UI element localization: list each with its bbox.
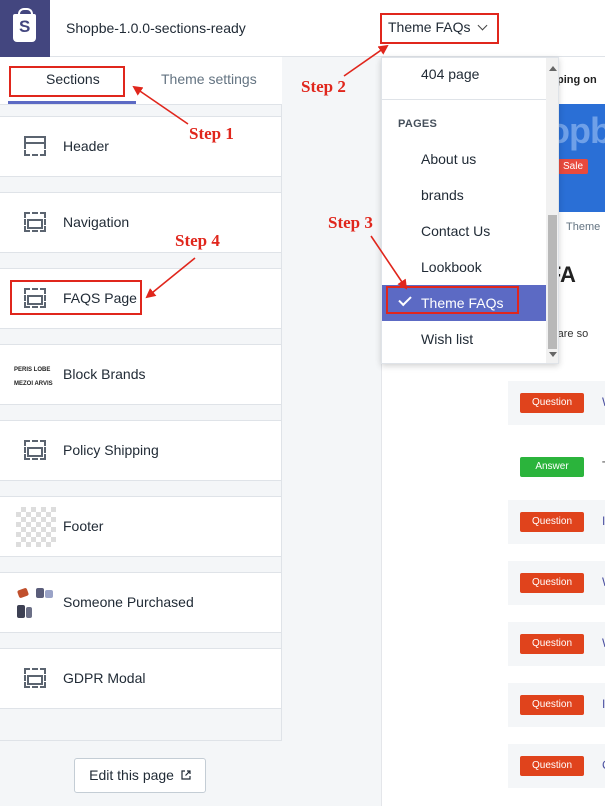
promo-banner-text: ping on xyxy=(557,74,597,86)
section-item-gdpr-modal[interactable]: GDPR Modal xyxy=(0,648,281,709)
step2-label: Step 2 xyxy=(301,77,346,96)
header-layout-icon xyxy=(24,136,46,156)
section-item-label: Header xyxy=(63,138,109,154)
menu-group-header: PAGES xyxy=(398,118,438,130)
products-thumbnail xyxy=(14,585,56,623)
section-item-navigation[interactable]: Navigation xyxy=(0,192,281,253)
faq-question-row[interactable]: Question W xyxy=(508,622,605,666)
menu-item-brands[interactable]: brands xyxy=(382,177,546,213)
step2-highlight-box xyxy=(380,13,499,44)
menu-item-about-us[interactable]: About us xyxy=(382,141,546,177)
question-badge: Question xyxy=(520,393,584,413)
transparent-thumbnail xyxy=(16,507,56,547)
answer-badge: Answer xyxy=(520,457,584,477)
shopify-logo[interactable]: S xyxy=(0,0,50,57)
sale-badge: Sale xyxy=(558,159,589,174)
question-badge: Question xyxy=(520,512,584,532)
step4-label: Step 4 xyxy=(175,231,220,250)
section-item-header[interactable]: Header xyxy=(0,116,281,177)
step1-highlight-box xyxy=(9,66,125,97)
active-tab-indicator xyxy=(8,101,136,104)
step4-highlight-box xyxy=(10,280,142,315)
section-item-footer[interactable]: Footer xyxy=(0,496,281,557)
sidebar-footer: Edit this page xyxy=(0,740,282,806)
external-link-icon xyxy=(181,770,191,780)
edit-this-page-button[interactable]: Edit this page xyxy=(74,758,206,793)
section-item-label: Navigation xyxy=(63,214,130,230)
faq-answer-row: Answer T xyxy=(508,445,605,489)
section-layout-icon xyxy=(24,212,46,232)
question-badge: Question xyxy=(520,756,584,776)
logo-letter: S xyxy=(19,17,31,36)
brand-logos-thumbnail: PERIS LOBE MEZOI ARVIS xyxy=(14,357,56,395)
scroll-down-icon[interactable] xyxy=(549,352,557,357)
step3-label: Step 3 xyxy=(328,213,373,232)
faq-question-row[interactable]: Question W xyxy=(508,561,605,605)
section-item-someone-purchased[interactable]: Someone Purchased xyxy=(0,572,281,633)
menu-item-404-page[interactable]: 404 page xyxy=(382,58,546,92)
question-badge: Question xyxy=(520,634,584,654)
page-selector-menu: 404 page PAGES About us brands Contact U… xyxy=(381,57,559,364)
section-layout-icon xyxy=(24,440,46,460)
section-item-label: Block Brands xyxy=(63,366,146,382)
edit-page-label: Edit this page xyxy=(89,767,174,783)
section-item-policy-shipping[interactable]: Policy Shipping xyxy=(0,420,281,481)
editor-topbar: S Shopbe-1.0.0-sections-ready xyxy=(0,0,282,57)
brand-thumb-line: PERIS LOBE xyxy=(14,367,51,373)
step1-label: Step 1 xyxy=(189,124,234,143)
faq-question-row[interactable]: Question I xyxy=(508,683,605,727)
faq-question-row[interactable]: Question C xyxy=(508,744,605,788)
theme-editor-sidebar: S Shopbe-1.0.0-sections-ready Sections T… xyxy=(0,0,282,806)
brand-thumb-line: MEZOI ARVIS xyxy=(14,381,53,387)
question-badge: Question xyxy=(520,573,584,593)
faq-question-row[interactable]: Question I xyxy=(508,500,605,544)
menu-divider xyxy=(382,99,546,100)
store-name: Shopbe-1.0.0-sections-ready xyxy=(66,20,246,36)
menu-item-contact-us[interactable]: Contact Us xyxy=(382,213,546,249)
shopping-bag-icon: S xyxy=(13,8,36,42)
breadcrumb[interactable]: Theme xyxy=(566,221,600,233)
menu-scrollbar[interactable] xyxy=(546,58,558,363)
section-item-block-brands[interactable]: PERIS LOBE MEZOI ARVIS Block Brands xyxy=(0,344,281,405)
faq-question-row[interactable]: Question W xyxy=(508,381,605,425)
scrollbar-thumb[interactable] xyxy=(548,215,557,349)
section-item-label: Someone Purchased xyxy=(63,594,194,610)
menu-item-wish-list[interactable]: Wish list xyxy=(382,321,546,357)
section-item-label: Policy Shipping xyxy=(63,442,159,458)
question-badge: Question xyxy=(520,695,584,715)
section-item-label: GDPR Modal xyxy=(63,670,146,686)
section-item-label: Footer xyxy=(63,518,104,534)
scroll-up-icon[interactable] xyxy=(549,66,557,71)
tab-theme-settings[interactable]: Theme settings xyxy=(161,71,257,87)
section-layout-icon xyxy=(24,668,46,688)
menu-item-lookbook[interactable]: Lookbook xyxy=(382,249,546,285)
step3-highlight-box xyxy=(386,286,519,314)
